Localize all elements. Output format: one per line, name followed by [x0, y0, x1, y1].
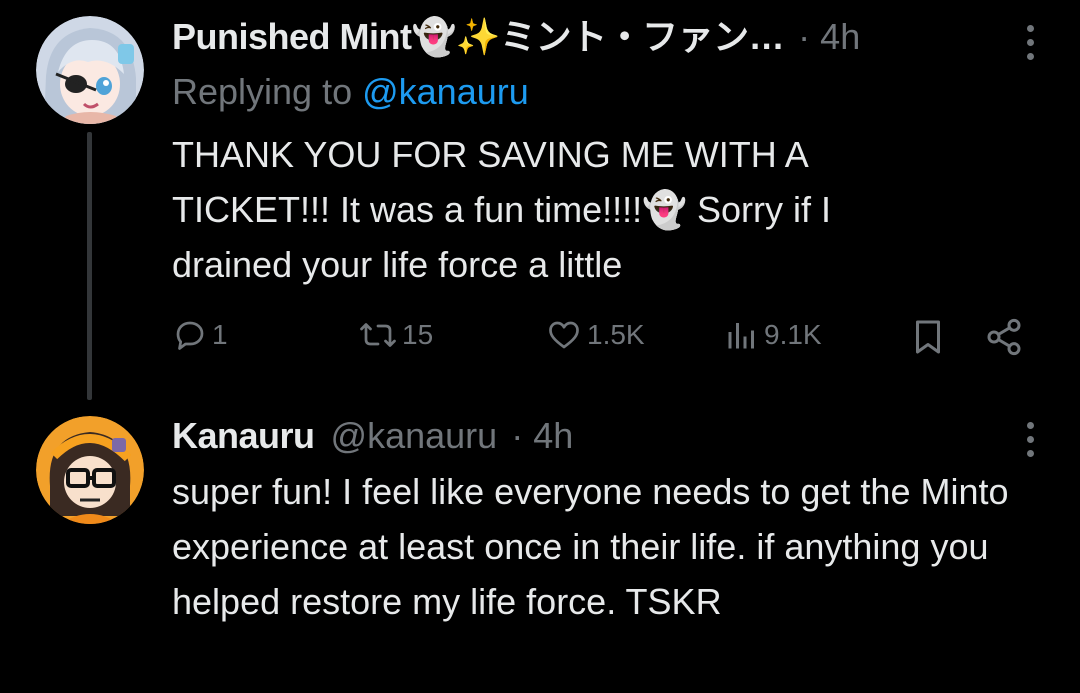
tweet-2-header: Kanauru @kanauru · 4h	[172, 415, 573, 457]
reply-button[interactable]: 1	[172, 317, 228, 353]
action-bar: 1 15 1.5K 9.1K	[172, 317, 1032, 363]
share-icon	[987, 318, 1021, 356]
tweet-2[interactable]: Kanauru @kanauru · 4h super fun! I feel …	[0, 400, 1080, 693]
retweet-button[interactable]: 15	[358, 317, 433, 353]
tweet-2-text: super fun! I feel like everyone needs to…	[172, 471, 1009, 622]
timestamp[interactable]: 4h	[820, 16, 860, 57]
retweet-icon	[360, 323, 396, 347]
avatar-punished-mint[interactable]	[36, 16, 144, 124]
bookmark-icon	[916, 320, 940, 354]
avatar-image	[36, 16, 144, 124]
separator-dot: ·	[511, 415, 524, 456]
tweet-1-text: THANK YOU FOR SAVING ME WITH A TICKET!!!…	[172, 134, 831, 285]
avatar-image	[36, 416, 144, 524]
tweet-1[interactable]: Punished Mint👻✨ミント・ファン… · 4h Replying to…	[0, 0, 1080, 400]
like-icon	[549, 321, 579, 349]
tweet-1-header: Punished Mint👻✨ミント・ファン… · 4h	[172, 16, 860, 58]
display-name[interactable]: Kanauru	[172, 415, 315, 456]
views-count: 9.1K	[764, 319, 822, 350]
reply-count: 1	[212, 319, 228, 350]
timestamp[interactable]: 4h	[533, 415, 573, 456]
share-button[interactable]	[984, 317, 1024, 357]
more-options-icon[interactable]	[1024, 422, 1036, 457]
views-icon	[728, 323, 754, 349]
replying-prefix: Replying to	[172, 71, 363, 112]
bookmark-button[interactable]	[910, 317, 946, 357]
thread-line	[87, 132, 92, 400]
retweet-count: 15	[402, 319, 434, 350]
avatar-kanauru[interactable]	[36, 416, 144, 524]
views-button[interactable]: 9.1K	[724, 317, 822, 353]
like-button[interactable]: 1.5K	[545, 317, 645, 353]
replying-to: Replying to @kanauru	[172, 71, 529, 113]
replying-handle-link[interactable]: @kanauru	[362, 71, 529, 112]
display-name[interactable]: Punished Mint👻✨ミント・ファン…	[172, 16, 785, 57]
more-options-icon[interactable]	[1024, 25, 1036, 60]
reply-icon	[176, 321, 204, 350]
separator-dot: ·	[798, 16, 811, 57]
like-count: 1.5K	[587, 319, 645, 350]
handle[interactable]: @kanauru	[331, 415, 498, 456]
